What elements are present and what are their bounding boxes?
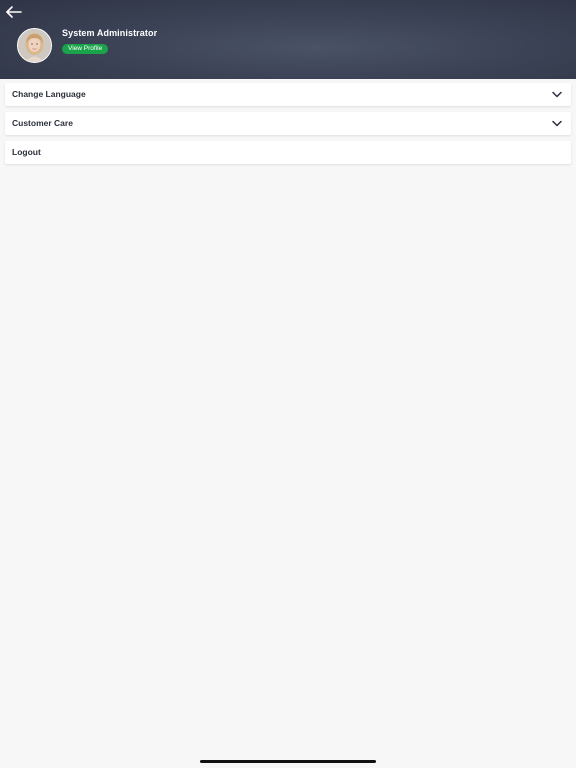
user-name: System Administrator (62, 28, 158, 38)
menu-item-label: Logout (12, 147, 41, 157)
settings-menu: Change Language Customer Care Logout (5, 83, 571, 170)
view-profile-button[interactable]: View Profile (62, 44, 109, 54)
menu-item-logout[interactable]: Logout (5, 141, 571, 164)
menu-item-change-language[interactable]: Change Language (5, 83, 571, 106)
chevron-down-icon (552, 120, 562, 127)
back-button[interactable] (5, 4, 23, 20)
avatar (17, 28, 52, 63)
home-indicator (200, 760, 376, 763)
menu-item-label: Customer Care (12, 118, 73, 128)
profile-header: System Administrator View Profile (0, 0, 576, 79)
menu-item-customer-care[interactable]: Customer Care (5, 112, 571, 135)
arrow-left-icon (5, 4, 23, 20)
menu-item-label: Change Language (12, 89, 86, 99)
chevron-down-icon (552, 91, 562, 98)
